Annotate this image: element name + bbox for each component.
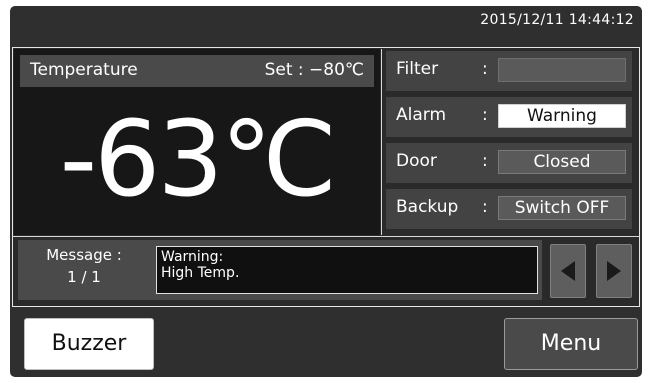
buzzer-button[interactable]: Buzzer: [24, 318, 154, 370]
divider-vertical: [381, 49, 382, 235]
divider-horizontal: [12, 236, 640, 237]
status-row-filter: Filter :: [386, 51, 632, 91]
status-row-backup: Backup : Switch OFF: [386, 189, 632, 229]
message-box: Warning: High Temp.: [156, 246, 538, 294]
next-message-button[interactable]: [596, 244, 632, 298]
status-colon: :: [482, 197, 488, 217]
previous-message-button[interactable]: [550, 244, 586, 298]
filter-value: [498, 58, 626, 82]
message-line-2: High Temp.: [161, 265, 240, 281]
status-row-alarm: Alarm : Warning: [386, 97, 632, 137]
message-panel: Message : 1 / 1 Warning: High Temp.: [18, 240, 542, 300]
door-label: Door: [396, 151, 437, 171]
status-row-door: Door : Closed: [386, 143, 632, 183]
status-colon: :: [482, 105, 488, 125]
filter-label: Filter: [396, 59, 439, 79]
alarm-value: Warning: [498, 104, 626, 128]
set-temperature: Set : −80℃: [264, 60, 364, 80]
temperature-header: Temperature Set : −80℃: [20, 55, 374, 87]
triangle-left-icon: [561, 261, 575, 281]
alarm-label: Alarm: [396, 105, 447, 125]
temperature-panel: Temperature Set : −80℃ -63℃: [14, 49, 380, 235]
message-counter: 1 / 1: [67, 268, 101, 286]
door-value: Closed: [498, 150, 626, 174]
backup-label: Backup: [396, 197, 459, 217]
message-line-1: Warning:: [161, 249, 224, 265]
backup-value: Switch OFF: [498, 196, 626, 220]
menu-button[interactable]: Menu: [504, 318, 638, 370]
datetime-display: 2015/12/11 14:44:12: [480, 12, 634, 28]
current-temperature: -63℃: [59, 98, 338, 220]
triangle-right-icon: [607, 261, 621, 281]
message-label: Message :: [46, 246, 122, 264]
status-colon: :: [482, 151, 488, 171]
status-colon: :: [482, 59, 488, 79]
temperature-label: Temperature: [30, 60, 138, 80]
